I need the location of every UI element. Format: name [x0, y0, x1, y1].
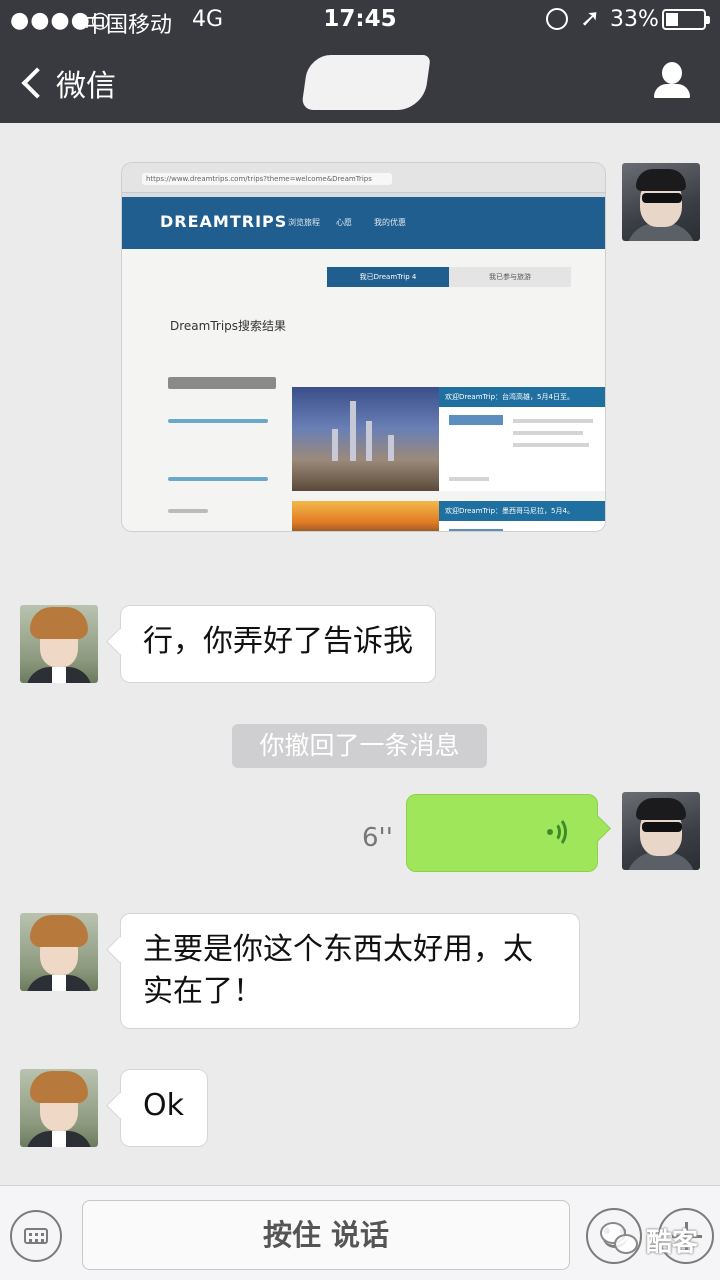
friend-avatar[interactable]	[20, 605, 98, 683]
site-menu-item: 心愿	[336, 218, 352, 227]
rotation-lock-icon	[546, 8, 568, 30]
my-avatar[interactable]	[622, 792, 700, 870]
site-menu-item: 我的优惠	[374, 218, 406, 227]
battery-percent: 33%	[610, 7, 659, 32]
friend-avatar[interactable]	[20, 1069, 98, 1147]
text-message[interactable]: 主要是你这个东西太好用，太实在了！	[120, 913, 580, 1029]
chevron-left-icon	[21, 67, 53, 99]
browser-url: https://www.dreamtrips.com/trips?theme=w…	[142, 173, 392, 185]
status-bar: ●●●●○ 中国移动 4G 17:45 ➚ 33%	[0, 0, 720, 40]
trip-card: 欢迎DreamTrip：墨西哥马尼拉，5月4。	[439, 501, 605, 531]
keyboard-icon[interactable]	[10, 1210, 62, 1262]
site-menu-item: 浏览旅程	[288, 218, 320, 227]
dreamtrips-logo: DREAMTRIPS	[160, 212, 288, 231]
person-icon[interactable]	[652, 62, 692, 102]
sunset-photo	[292, 501, 439, 531]
chat-area: https://www.dreamtrips.com/trips?theme=w…	[0, 123, 720, 1185]
trip-card-title: 欢迎DreamTrip：台湾高雄，5月4日至。	[439, 387, 605, 407]
voice-duration: 6''	[362, 823, 393, 853]
text-message[interactable]: Ok	[120, 1069, 208, 1147]
trip-card-title: 欢迎DreamTrip：墨西哥马尼拉，5月4。	[439, 501, 605, 521]
watermark: 酷客	[600, 1218, 710, 1262]
text-message[interactable]: 行，你弄好了告诉我	[120, 605, 436, 683]
back-button[interactable]: 微信	[18, 60, 116, 106]
back-label: 微信	[56, 69, 116, 104]
image-message[interactable]: https://www.dreamtrips.com/trips?theme=w…	[122, 163, 605, 531]
hold-to-talk-button[interactable]: 按住 说话	[82, 1200, 570, 1270]
friend-avatar[interactable]	[20, 913, 98, 991]
message-text: 主要是你这个东西太好用，太实在了！	[143, 932, 533, 1009]
redacted-chat-title	[301, 55, 431, 110]
message-text: Ok	[143, 1088, 184, 1123]
top-bar: ●●●●○ 中国移动 4G 17:45 ➚ 33% 微信	[0, 0, 720, 123]
voice-wave-icon	[543, 816, 575, 848]
wechat-logo-icon	[600, 1222, 640, 1256]
trip-card: 欢迎DreamTrip：台湾高雄，5月4日至。	[439, 387, 605, 491]
watermark-text: 酷客	[646, 1228, 699, 1258]
location-arrow-icon: ➚	[580, 4, 601, 32]
message-text: 行，你弄好了告诉我	[143, 624, 413, 659]
city-photo	[292, 387, 439, 491]
site-tab-inactive: 我已参与旅游	[449, 267, 571, 287]
battery-icon	[662, 9, 710, 30]
site-body: 我已DreamTrip 4 我已参与旅游 DreamTrips搜索结果 欢迎Dr…	[122, 249, 605, 531]
site-filters	[168, 359, 280, 519]
recall-notice: 你撤回了一条消息	[232, 724, 487, 768]
my-avatar[interactable]	[622, 163, 700, 241]
browser-bar: https://www.dreamtrips.com/trips?theme=w…	[122, 163, 605, 193]
site-heading: DreamTrips搜索结果	[170, 319, 287, 333]
site-banner: DREAMTRIPS 浏览旅程 心愿 我的优惠	[122, 197, 605, 249]
site-tab-active: 我已DreamTrip 4	[327, 267, 449, 287]
voice-message[interactable]	[406, 794, 598, 872]
